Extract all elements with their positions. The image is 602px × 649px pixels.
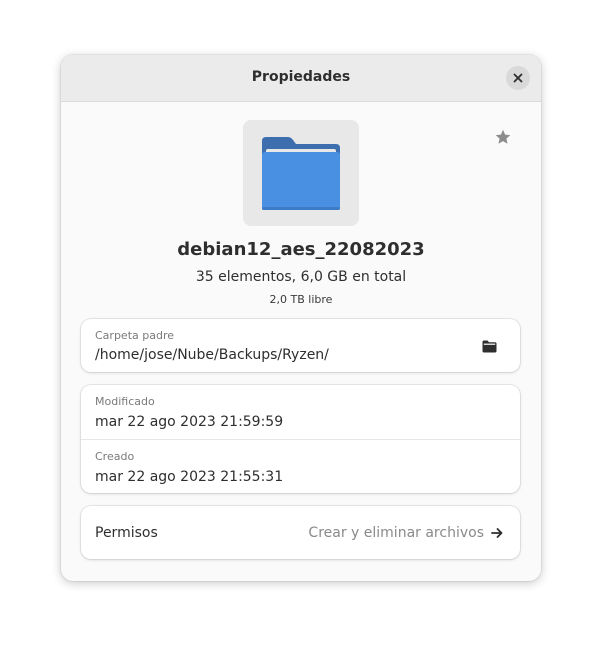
created-label: Creado: [95, 450, 135, 463]
dialog-title: Propiedades: [251, 69, 351, 85]
modified-label: Modificado: [95, 395, 155, 408]
dates-card: Modificado mar 22 ago 2023 21:59:59 Crea…: [81, 385, 520, 493]
properties-dialog: Propiedades debian12_aes_22082023 35 ele…: [61, 55, 541, 581]
file-name: debian12_aes_22082023: [177, 239, 425, 260]
permissions-label: Permisos: [95, 525, 158, 541]
star-icon: [495, 129, 511, 144]
created-value: mar 22 ago 2023 21:55:31: [95, 469, 284, 485]
folder-icon: [262, 137, 340, 210]
permissions-row[interactable]: Permisos Crear y eliminar archivos: [81, 506, 520, 559]
file-icon-tile: [243, 120, 359, 226]
folder-open-icon: [482, 340, 496, 352]
divider: [81, 439, 520, 440]
close-button[interactable]: [506, 66, 530, 90]
parent-folder-path: /home/jose/Nube/Backups/Ryzen/: [95, 347, 329, 363]
file-summary: 35 elementos, 6,0 GB en total: [195, 269, 407, 285]
star-button[interactable]: [492, 126, 514, 148]
arrow-right-icon: [491, 528, 503, 538]
header-bar: Propiedades: [61, 55, 541, 102]
close-icon: [513, 73, 523, 83]
open-parent-folder-button[interactable]: [478, 336, 500, 356]
free-space: 2,0 TB libre: [269, 293, 333, 306]
permissions-value: Crear y eliminar archivos: [308, 525, 484, 541]
modified-value: mar 22 ago 2023 21:59:59: [95, 414, 284, 430]
parent-folder-card: Carpeta padre /home/jose/Nube/Backups/Ry…: [81, 319, 520, 372]
parent-folder-label: Carpeta padre: [95, 329, 174, 342]
